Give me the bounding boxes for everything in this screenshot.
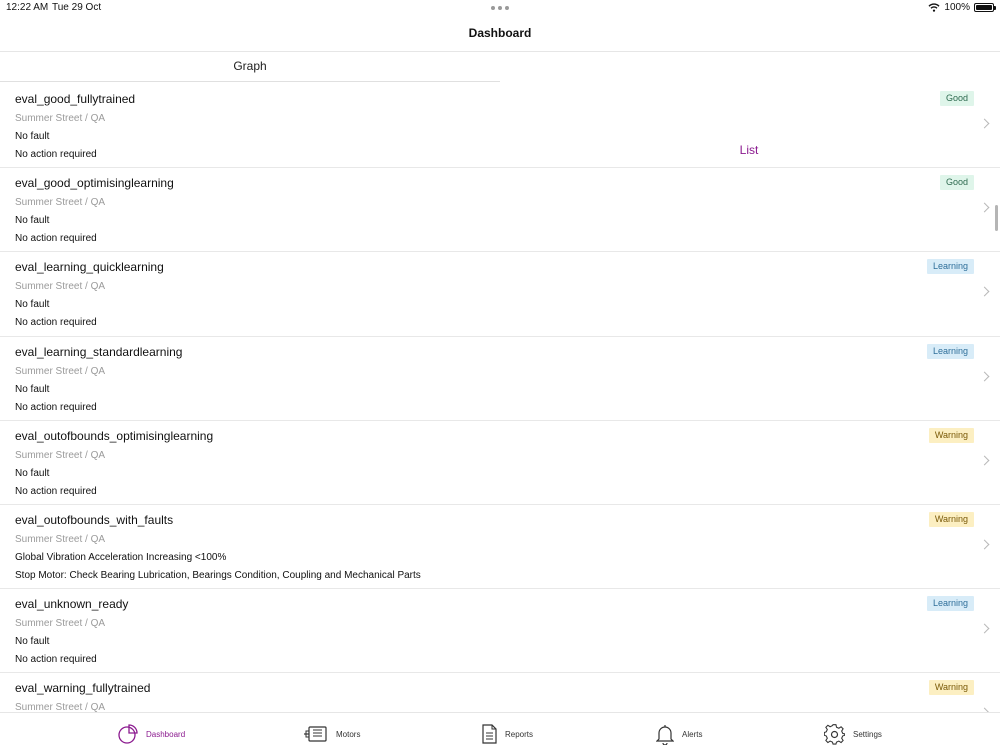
battery-percent: 100%	[944, 2, 970, 13]
list-item[interactable]: eval_good_fullytrained Summer Street / Q…	[0, 84, 1000, 169]
tab-motors-label: Motors	[336, 729, 361, 739]
chevron-right-icon	[979, 286, 990, 297]
status-date: Tue 29 Oct	[52, 2, 102, 13]
list-item[interactable]: eval_outofbounds_optimisinglearning Summ…	[0, 421, 1000, 505]
list-item[interactable]: eval_learning_standardlearning Summer St…	[0, 337, 1000, 421]
multitasking-dots-icon[interactable]	[491, 6, 509, 10]
list-item[interactable]: eval_outofbounds_with_faults Summer Stre…	[0, 505, 1000, 590]
page-title: Dashboard	[468, 26, 532, 40]
motor-action: No action required	[15, 401, 97, 413]
motor-name: eval_warning_fullytrained	[15, 681, 151, 696]
motor-list[interactable]: eval_good_fullytrained Summer Street / Q…	[0, 84, 1000, 712]
tab-motors[interactable]: Motors	[304, 722, 360, 746]
tab-dashboard[interactable]: Dashboard	[118, 722, 185, 746]
motor-fault: No fault	[15, 299, 50, 311]
status-badge: Warning	[928, 511, 974, 527]
gear-icon	[824, 723, 845, 745]
status-badge: Learning	[926, 343, 974, 359]
status-badge: Good	[939, 175, 974, 191]
tab-alerts[interactable]: Alerts	[656, 722, 702, 746]
bottom-tab-bar: Dashboard Motors Reports Alerts Settings	[0, 712, 1000, 750]
motor-name: eval_learning_standardlearning	[15, 344, 183, 359]
tab-alerts-label: Alerts	[682, 729, 703, 739]
motor-location: Summer Street / QA	[15, 197, 106, 209]
chevron-right-icon	[979, 623, 990, 634]
motor-name: eval_good_fullytrained	[15, 92, 136, 106]
motor-location: Summer Street / QA	[15, 533, 106, 545]
motor-location: Summer Street / QA	[15, 449, 106, 461]
status-badge: Warning	[928, 427, 974, 443]
motor-name: eval_outofbounds_optimisinglearning	[15, 428, 214, 443]
motor-location: Summer Street / QA	[15, 702, 106, 712]
list-item[interactable]: eval_good_optimisinglearning Summer Stre…	[0, 168, 1000, 253]
scrollbar[interactable]	[995, 205, 998, 231]
list-item[interactable]: eval_learning_quicklearning Summer Stree…	[0, 252, 1000, 337]
motor-name: eval_outofbounds_with_faults	[15, 512, 174, 527]
list-item[interactable]: eval_warning_fullytrained Summer Street …	[0, 673, 1000, 712]
tab-settings-label: Settings	[853, 729, 882, 739]
report-document-icon	[482, 724, 497, 744]
chevron-right-icon	[979, 118, 990, 129]
tab-settings[interactable]: Settings	[824, 722, 882, 746]
status-badge: Learning	[926, 596, 974, 612]
motor-action: No action required	[15, 317, 97, 329]
status-badge: Warning	[928, 680, 974, 696]
motor-name: eval_good_optimisinglearning	[15, 176, 174, 191]
motor-location: Summer Street / QA	[15, 365, 106, 377]
status-bar: 12:22 AM Tue 29 Oct 100%	[0, 0, 1000, 16]
tab-graph[interactable]: Graph	[0, 52, 500, 82]
motor-location: Summer Street / QA	[15, 113, 106, 124]
list-item[interactable]: eval_unknown_ready Summer Street / QA No…	[0, 589, 1000, 674]
motor-fault: No fault	[15, 636, 50, 648]
battery-icon	[974, 3, 996, 12]
motor-action: No action required	[15, 485, 97, 497]
motor-name: eval_learning_quicklearning	[15, 260, 164, 275]
tab-dashboard-label: Dashboard	[146, 729, 186, 739]
tab-reports-label: Reports	[505, 729, 534, 739]
tab-reports[interactable]: Reports	[482, 722, 533, 746]
motor-fault: No fault	[15, 131, 50, 142]
motor-action: No action required	[15, 233, 97, 245]
bell-icon	[656, 724, 674, 745]
status-right: 100%	[928, 2, 996, 13]
chevron-right-icon	[979, 371, 990, 382]
wifi-icon	[928, 3, 940, 12]
motor-fault: No fault	[15, 215, 50, 227]
motor-action: No action required	[15, 149, 97, 160]
segment-tabs: Graph List	[0, 52, 1000, 157]
motor-action: Stop Motor: Check Bearing Lubrication, B…	[15, 569, 421, 581]
status-time: 12:22 AM	[6, 2, 49, 13]
motor-fault: No fault	[15, 383, 50, 395]
navigation-bar: Dashboard	[0, 16, 1000, 52]
chevron-right-icon	[979, 202, 990, 213]
motor-location: Summer Street / QA	[15, 618, 106, 630]
motor-action: No action required	[15, 654, 97, 666]
status-badge: Learning	[926, 259, 974, 275]
chevron-right-icon	[979, 539, 990, 550]
motor-name: eval_unknown_ready	[15, 597, 129, 612]
motor-icon	[304, 726, 327, 742]
dashboard-pie-icon	[118, 724, 138, 744]
motor-fault: Global Vibration Acceleration Increasing…	[15, 551, 227, 563]
motor-location: Summer Street / QA	[15, 281, 106, 293]
motor-fault: No fault	[15, 467, 50, 479]
chevron-right-icon	[979, 455, 990, 466]
status-badge: Good	[939, 91, 974, 106]
